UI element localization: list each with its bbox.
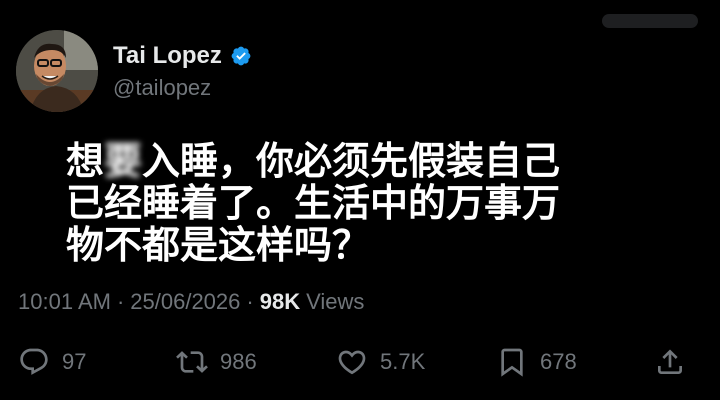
reply-button[interactable]: 97 xyxy=(18,340,86,384)
like-button[interactable]: 5.7K xyxy=(336,340,425,384)
tweet-time[interactable]: 10:01 AM xyxy=(18,289,111,315)
share-button[interactable] xyxy=(654,340,686,384)
tweet-text: 想要入睡，你必须先假装自己 已经睡着了。生活中的万事万 物不都是这样吗？ xyxy=(66,140,656,266)
display-name[interactable]: Tai Lopez xyxy=(113,44,222,68)
user-handle[interactable]: @tailopez xyxy=(113,77,211,99)
meta-separator: · xyxy=(246,289,254,314)
reply-count: 97 xyxy=(62,349,87,374)
tweet-line-1: 想要入睡，你必须先假装自己 xyxy=(66,140,656,182)
top-bar-handle xyxy=(602,14,698,28)
tweet-line-2: 已经睡着了。生活中的万事万 xyxy=(66,181,561,225)
tweet-meta: 10:01 AM · 25/06/2026 · 98K Views xyxy=(18,289,364,315)
retweet-button[interactable]: 986 xyxy=(176,340,257,384)
tweet-line-3: 物不都是这样吗？ xyxy=(66,223,371,267)
verified-badge-icon xyxy=(230,45,252,67)
retweet-icon xyxy=(176,351,208,373)
bookmark-icon xyxy=(501,348,523,377)
action-bar: 97 986 5.7K 678 xyxy=(0,340,720,384)
reply-icon xyxy=(20,348,48,375)
tweet-date[interactable]: 25/06/2026 xyxy=(130,289,240,315)
like-count: 5.7K xyxy=(380,349,426,374)
tweet-card: Tai Lopez @tailopez 想要入睡，你必须先假装自己 已经睡着了。… xyxy=(0,0,720,400)
blurred-character: 要 xyxy=(104,139,143,183)
tweet-line-1-end: 入睡，你必须先假装自己 xyxy=(142,139,561,183)
share-icon xyxy=(658,349,682,374)
views-count[interactable]: 98K xyxy=(260,289,300,315)
like-icon xyxy=(338,350,366,375)
meta-separator: · xyxy=(116,289,125,314)
avatar[interactable] xyxy=(16,30,98,112)
author-name-row: Tai Lopez xyxy=(113,44,252,68)
retweet-count: 986 xyxy=(220,349,257,374)
views-label: Views xyxy=(306,289,365,314)
avatar-photo xyxy=(16,30,98,112)
bookmark-count: 678 xyxy=(540,349,577,374)
tweet-line-1-start: 想 xyxy=(66,139,105,183)
bookmark-button[interactable]: 678 xyxy=(496,340,577,384)
